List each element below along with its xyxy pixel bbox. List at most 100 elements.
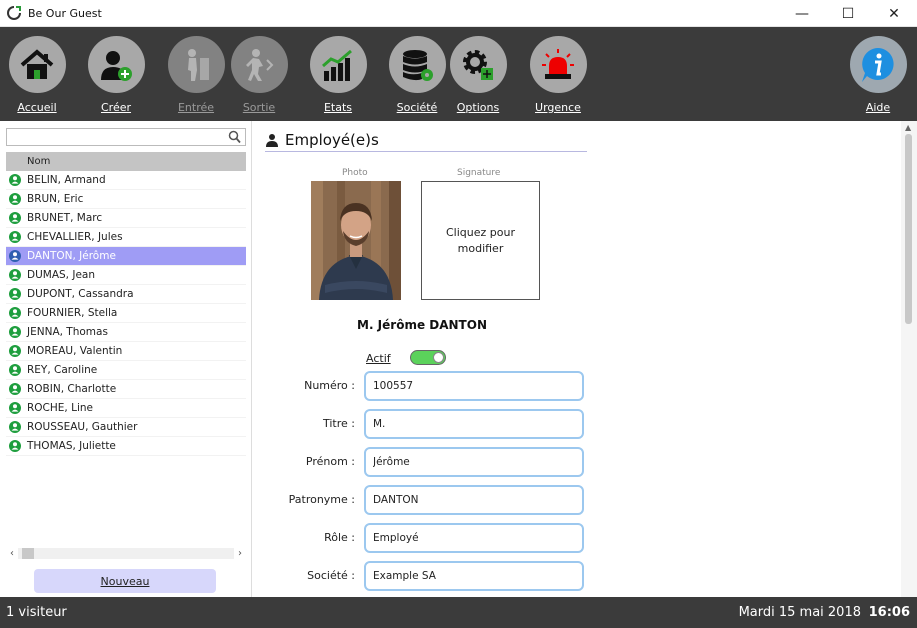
employee-name: DUPONT, Cassandra bbox=[27, 288, 134, 300]
employee-name: CHEVALLIER, Jules bbox=[27, 231, 123, 243]
employee-name: FOURNIER, Stella bbox=[27, 307, 118, 319]
search-icon[interactable] bbox=[228, 130, 241, 144]
database-icon bbox=[388, 36, 446, 93]
employee-name: DUMAS, Jean bbox=[27, 269, 95, 281]
scroll-thumb[interactable] bbox=[905, 134, 912, 324]
vertical-scrollbar[interactable]: ▲ bbox=[901, 121, 917, 597]
user-status-icon bbox=[9, 364, 21, 376]
search-input[interactable] bbox=[6, 128, 246, 146]
window-title: Be Our Guest bbox=[28, 6, 102, 20]
employee-list-panel: Nom BELIN, Armand BRUN, Eric BRUNET, Marc C… bbox=[0, 121, 252, 597]
toolbar-creer-button[interactable]: Créer bbox=[81, 27, 151, 121]
toolbar-label: Société bbox=[396, 101, 438, 114]
titre-field[interactable] bbox=[364, 409, 584, 439]
employee-list-item[interactable]: JENNA, Thomas bbox=[6, 323, 246, 342]
user-status-icon bbox=[9, 231, 21, 243]
column-header-nom[interactable]: Nom bbox=[6, 152, 246, 171]
field-label-role: Rôle : bbox=[324, 531, 355, 544]
window-controls: — ☐ ✕ bbox=[779, 0, 917, 27]
toolbar-label: Etats bbox=[323, 101, 353, 114]
active-toggle[interactable] bbox=[410, 350, 446, 365]
exit-icon bbox=[230, 36, 288, 93]
prenom-field[interactable] bbox=[364, 447, 584, 477]
toolbar-aide-button[interactable]: Aide bbox=[843, 27, 913, 121]
employee-list-item[interactable]: THOMAS, Juliette bbox=[6, 437, 246, 456]
gear-icon bbox=[449, 36, 507, 93]
toolbar-urgence-button[interactable]: Urgence bbox=[523, 27, 593, 121]
employee-list-item[interactable]: ROBIN, Charlotte bbox=[6, 380, 246, 399]
employee-list-item[interactable]: BELIN, Armand bbox=[6, 171, 246, 190]
current-date: Mardi 15 mai 2018 bbox=[738, 605, 861, 620]
societe-field[interactable] bbox=[364, 561, 584, 591]
field-label-numero: Numéro : bbox=[304, 379, 355, 392]
employee-name: ROCHE, Line bbox=[27, 402, 93, 414]
toolbar-sortie-button[interactable]: Sortie bbox=[224, 27, 294, 121]
horizontal-scrollbar[interactable]: ‹ › bbox=[6, 547, 246, 560]
visitor-count: 1 visiteur bbox=[6, 605, 67, 620]
role-field[interactable] bbox=[364, 523, 584, 553]
employee-list-item[interactable]: REY, Caroline bbox=[6, 361, 246, 380]
employee-list-item[interactable]: FOURNIER, Stella bbox=[6, 304, 246, 323]
section-header: Employé(e)s bbox=[265, 128, 587, 152]
field-label-prenom: Prénom : bbox=[305, 455, 355, 468]
employee-list-item[interactable]: CHEVALLIER, Jules bbox=[6, 228, 246, 247]
close-button[interactable]: ✕ bbox=[871, 0, 917, 27]
employee-list-item[interactable]: BRUN, Eric bbox=[6, 190, 246, 209]
employee-list-item[interactable]: ROUSSEAU, Gauthier bbox=[6, 418, 246, 437]
current-time: 16:06 bbox=[868, 605, 910, 620]
maximize-button[interactable]: ☐ bbox=[825, 0, 871, 27]
scroll-left-arrow-icon[interactable]: ‹ bbox=[6, 548, 18, 559]
status-bar: 1 visiteur Mardi 15 mai 2018 16:06 bbox=[0, 597, 917, 628]
minimize-button[interactable]: — bbox=[779, 0, 825, 27]
toolbar-label: Sortie bbox=[242, 101, 276, 114]
patronyme-field[interactable] bbox=[364, 485, 584, 515]
toolbar-societe-button[interactable]: Société bbox=[382, 27, 452, 121]
toolbar-label: Aide bbox=[865, 101, 891, 114]
person-icon bbox=[266, 133, 278, 147]
employee-name: DANTON, Jérôme bbox=[27, 250, 116, 262]
employee-name: REY, Caroline bbox=[27, 364, 98, 376]
toolbar-label: Accueil bbox=[17, 101, 57, 114]
entry-icon bbox=[167, 36, 225, 93]
toolbar-options-button[interactable]: Options bbox=[443, 27, 513, 121]
info-icon bbox=[849, 36, 907, 93]
field-label-societe: Société : bbox=[307, 569, 355, 582]
toolbar-entree-button[interactable]: Entrée bbox=[161, 27, 231, 121]
user-status-icon bbox=[9, 402, 21, 414]
employee-list-item[interactable]: DUPONT, Cassandra bbox=[6, 285, 246, 304]
scroll-up-arrow-icon[interactable]: ▲ bbox=[905, 123, 911, 132]
toolbar-etats-button[interactable]: Etats bbox=[303, 27, 373, 121]
employee-list-item[interactable]: ROCHE, Line bbox=[6, 399, 246, 418]
employee-photo[interactable] bbox=[311, 181, 401, 300]
user-status-icon bbox=[9, 288, 21, 300]
employee-list-item[interactable]: DUMAS, Jean bbox=[6, 266, 246, 285]
user-status-icon bbox=[9, 440, 21, 452]
user-status-icon bbox=[9, 383, 21, 395]
field-label-titre: Titre : bbox=[322, 417, 355, 430]
user-status-icon bbox=[9, 421, 21, 433]
user-status-icon bbox=[9, 212, 21, 224]
employee-list-item[interactable]: MOREAU, Valentin bbox=[6, 342, 246, 361]
toolbar-accueil-button[interactable]: Accueil bbox=[2, 27, 72, 121]
home-icon bbox=[8, 36, 66, 93]
employee-list-item[interactable]: BRUNET, Marc bbox=[6, 209, 246, 228]
employee-name: BRUN, Eric bbox=[27, 193, 84, 205]
field-label-patronyme: Patronyme : bbox=[288, 493, 355, 506]
employee-detail-panel: Employé(e)s Photo Signature Cliquez pour… bbox=[253, 121, 917, 597]
employee-list-item[interactable]: DANTON, Jérôme bbox=[6, 247, 246, 266]
scroll-thumb[interactable] bbox=[22, 548, 34, 559]
toolbar-label: Options bbox=[456, 101, 500, 114]
title-bar: Be Our Guest — ☐ ✕ bbox=[0, 0, 917, 27]
signature-box[interactable]: Cliquez pour modifier bbox=[421, 181, 540, 300]
app-logo-icon bbox=[7, 6, 21, 20]
scroll-right-arrow-icon[interactable]: › bbox=[234, 548, 246, 559]
main-toolbar: Accueil Créer Entrée Sortie Etats Sociét… bbox=[0, 27, 917, 121]
new-employee-button[interactable]: Nouveau bbox=[34, 569, 216, 593]
numero-field[interactable] bbox=[364, 371, 584, 401]
user-status-icon bbox=[9, 269, 21, 281]
alarm-icon bbox=[529, 36, 587, 93]
scroll-track[interactable] bbox=[18, 548, 234, 559]
active-label: Actif bbox=[366, 352, 391, 365]
employee-name: BRUNET, Marc bbox=[27, 212, 103, 224]
employee-name: MOREAU, Valentin bbox=[27, 345, 123, 357]
